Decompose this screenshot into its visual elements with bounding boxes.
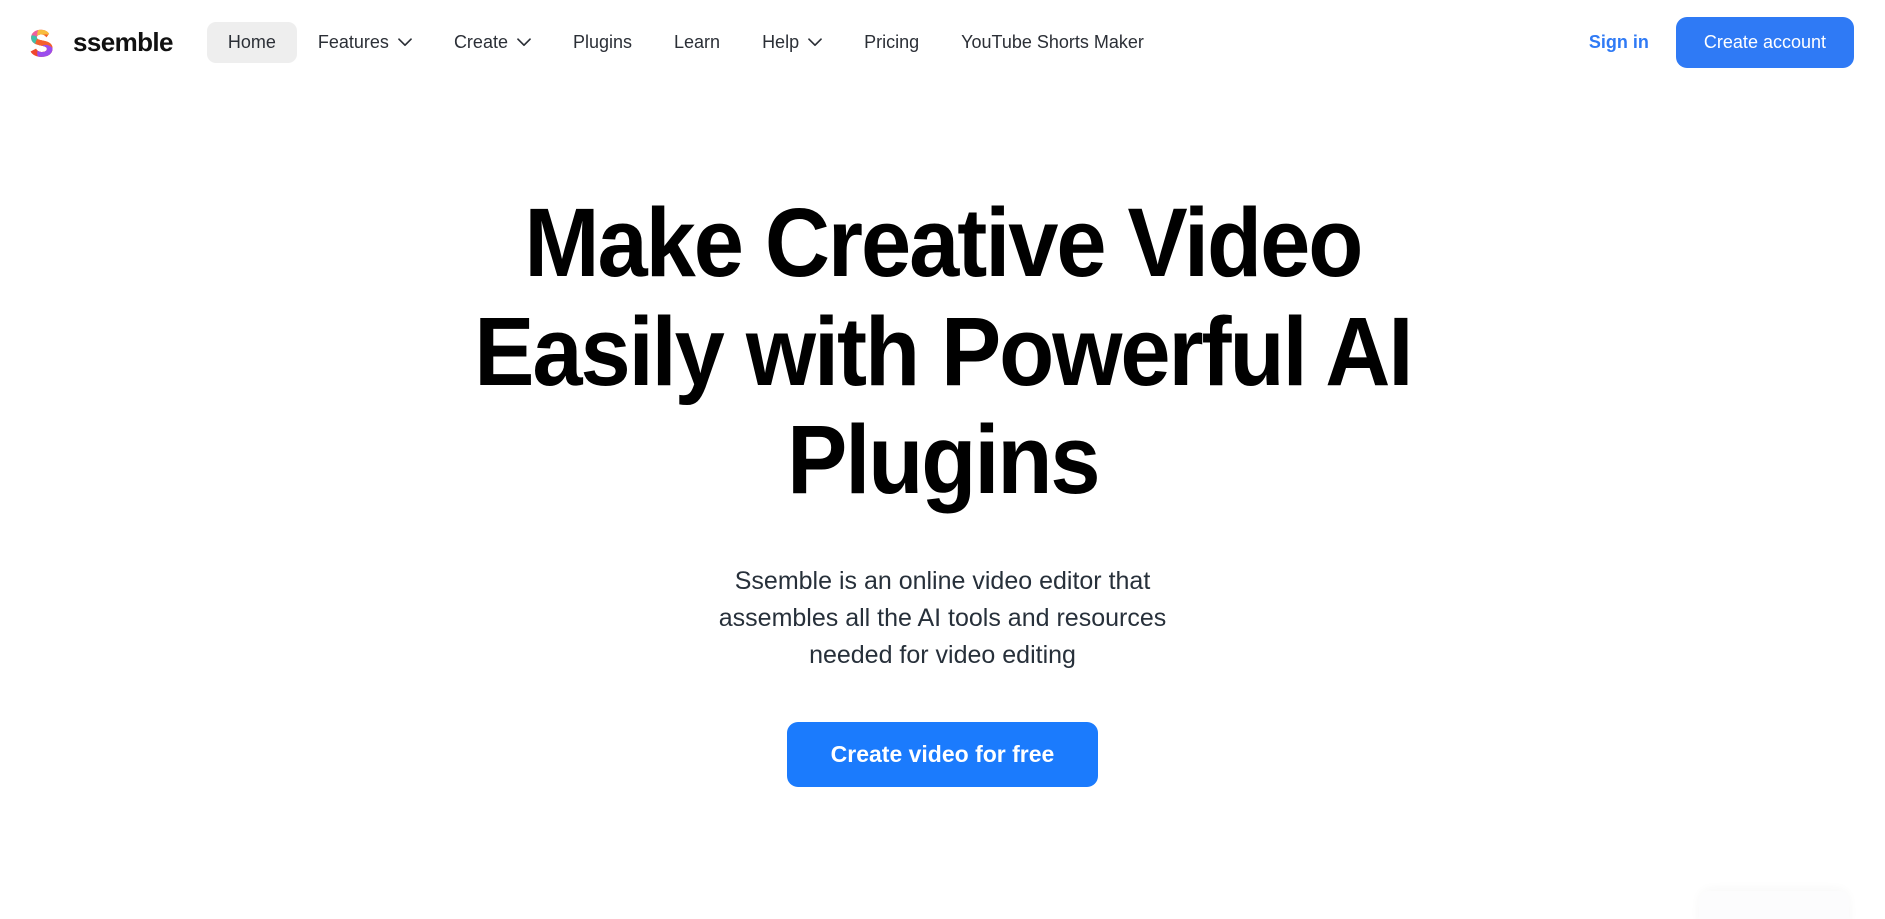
nav-item-youtube-shorts-maker[interactable]: YouTube Shorts Maker xyxy=(940,22,1165,64)
nav-item-learn[interactable]: Learn xyxy=(653,22,741,64)
primary-nav-links: Home Features Create Plugins Learn Help … xyxy=(206,21,1165,64)
nav-item-pricing[interactable]: Pricing xyxy=(843,22,940,64)
hero-subtitle-line-1: Ssemble is an online video editor that xyxy=(734,566,1151,595)
nav-item-home[interactable]: Home xyxy=(206,21,297,64)
nav-item-learn-label: Learn xyxy=(674,31,721,52)
nav-item-create[interactable]: Create xyxy=(433,22,552,64)
hero-headline-line-3: Plugins xyxy=(786,405,1101,515)
brand-name-text: ssemble xyxy=(73,27,173,57)
hero-subtitle-line-3: needed for video editing xyxy=(809,640,1076,669)
nav-item-home-label: Home xyxy=(227,31,276,52)
hero-subtitle-line-2: assembles all the AI tools and resources xyxy=(718,603,1167,632)
top-navigation-bar: ssemble Home Features Create Plugins Lea… xyxy=(0,0,1885,85)
nav-item-pricing-label: Pricing xyxy=(864,31,920,52)
ssemble-s-logo-icon xyxy=(20,22,62,64)
chevron-down-icon xyxy=(398,36,412,50)
page-root: ssemble Home Features Create Plugins Lea… xyxy=(0,0,1885,919)
nav-item-help-label: Help xyxy=(762,31,800,52)
nav-item-help[interactable]: Help xyxy=(741,22,843,64)
sign-in-link[interactable]: Sign in xyxy=(1585,24,1653,61)
nav-item-plugins-label: Plugins xyxy=(572,31,633,52)
create-video-for-free-button[interactable]: Create video for free xyxy=(786,721,1099,788)
hero-headline: Make Creative Video Easily with Powerful… xyxy=(473,188,1413,515)
chevron-down-icon xyxy=(808,36,822,50)
nav-item-youtube-shorts-maker-label: YouTube Shorts Maker xyxy=(961,31,1144,52)
hero-headline-line-1: Make Creative Video xyxy=(524,188,1363,297)
hero-headline-line-2: Easily with Powerful AI xyxy=(473,296,1413,406)
nav-item-features[interactable]: Features xyxy=(297,22,433,64)
chevron-down-icon xyxy=(517,36,531,50)
floating-widget-peek[interactable] xyxy=(1699,891,1849,919)
nav-item-plugins[interactable]: Plugins xyxy=(552,22,653,64)
brand-logo-link[interactable]: ssemble xyxy=(20,22,173,64)
hero-subtitle: Ssemble is an online video editor that a… xyxy=(719,563,1166,674)
create-account-button[interactable]: Create account xyxy=(1675,16,1854,69)
hero-section: Make Creative Video Easily with Powerful… xyxy=(0,85,1885,788)
nav-item-features-label: Features xyxy=(317,31,389,52)
nav-item-create-label: Create xyxy=(453,31,508,52)
nav-account-actions: Sign in Create account xyxy=(1585,16,1854,69)
